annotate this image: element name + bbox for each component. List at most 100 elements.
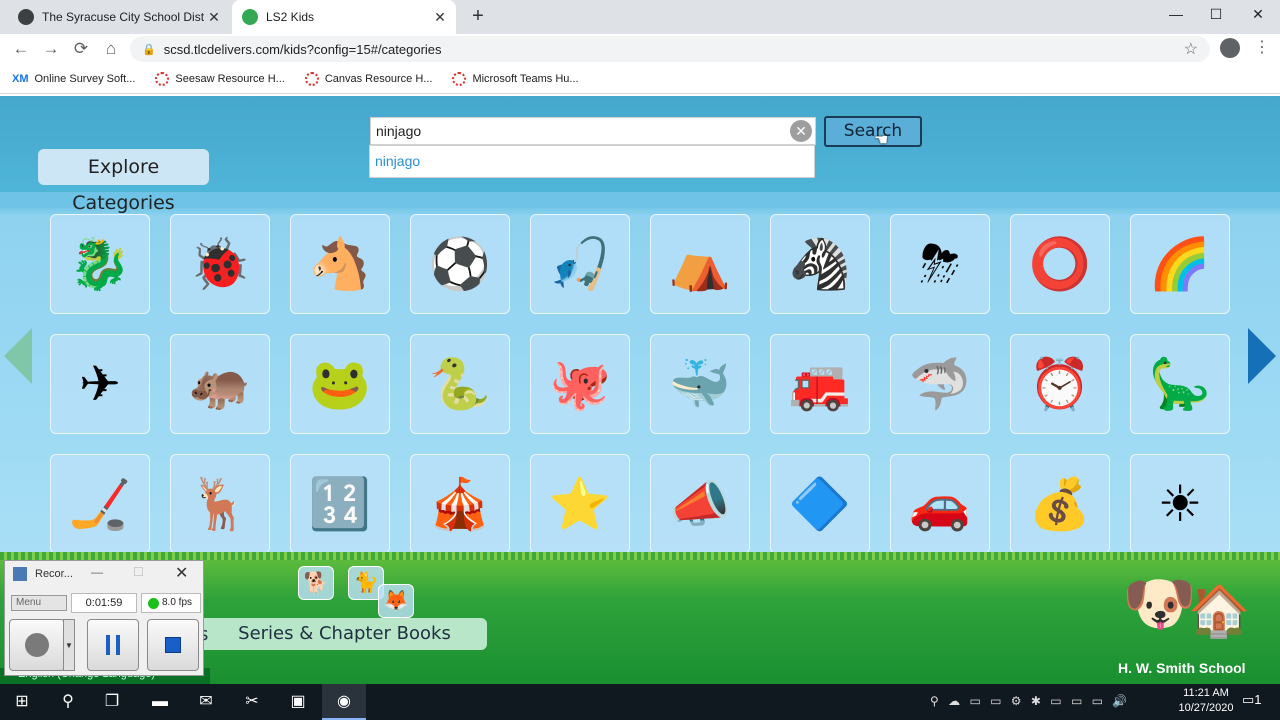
series-chapter-books-button[interactable]: Series & Chapter Books	[202, 618, 487, 650]
bookmark-star-icon[interactable]: ☆	[1184, 39, 1198, 59]
category-art-icon: 🐍	[428, 356, 492, 412]
app-icon[interactable]: ▣	[276, 684, 320, 720]
category-tile[interactable]: 🦌	[170, 454, 270, 554]
category-tile[interactable]: ⏰	[1010, 334, 1110, 434]
category-tile[interactable]: 🚒	[770, 334, 870, 434]
category-tile[interactable]: 🏒	[50, 454, 150, 554]
record-options-arrow[interactable]: ▼	[63, 619, 75, 671]
doghouse-icon: 🏠	[1188, 583, 1251, 639]
snip-tool-icon[interactable]: ✂	[230, 684, 274, 720]
pause-button[interactable]	[87, 619, 139, 671]
search-suggestion[interactable]: ninjago	[369, 145, 815, 178]
stop-icon	[165, 637, 181, 653]
stop-button[interactable]	[147, 619, 199, 671]
previous-page-arrow-icon[interactable]	[4, 328, 32, 384]
clock-time: 11:21 AM	[1183, 687, 1229, 699]
reload-button[interactable]: ⟳	[70, 38, 92, 60]
search-input[interactable]: ninjago	[370, 117, 816, 145]
category-grid: 🐉 🐞 🐴 ⚽ 🎣 ⛺ 🦓 ⛈ ⭕ 🌈 ✈ 🦛 🐸 🐍 🐙 🐳 🚒 🦈 ⏰ 🦕 🏒 🦌 🔢 🎪 ⭐ 📣 🔷 🚗 💰 ☀	[48, 214, 1232, 554]
next-page-arrow-icon[interactable]	[1248, 328, 1276, 384]
bookmark-seesaw[interactable]: Seesaw Resource H...	[155, 71, 285, 86]
loading-circle-icon	[155, 71, 170, 86]
xm-logo-icon: XM	[12, 72, 29, 85]
category-tile[interactable]: 💰	[1010, 454, 1110, 554]
browser-menu-icon[interactable]: ⋮	[1254, 40, 1270, 56]
loading-circle-icon	[452, 71, 467, 86]
category-art-icon: ⛺	[668, 236, 732, 292]
category-tile[interactable]: 🐴	[290, 214, 390, 314]
category-tile[interactable]: ⭕	[1010, 214, 1110, 314]
close-window-button[interactable]: ✕	[1236, 0, 1280, 30]
file-explorer-icon[interactable]: ▬	[138, 684, 182, 720]
back-button[interactable]: ←	[10, 38, 32, 60]
category-tile[interactable]: 🐳	[650, 334, 750, 434]
category-tile[interactable]: ⭐	[530, 454, 630, 554]
category-tile[interactable]: 📣	[650, 454, 750, 554]
notification-count: 1	[1254, 692, 1262, 707]
outlook-icon[interactable]: ✉	[184, 684, 228, 720]
clear-search-icon[interactable]: ✕	[790, 120, 812, 142]
category-tile[interactable]: 🔷	[770, 454, 870, 554]
category-tile[interactable]: 🐸	[290, 334, 390, 434]
close-tab-icon[interactable]: ✕	[430, 9, 450, 26]
system-tray-icons[interactable]: ⚲ ☁ ▭ ▭ ⚙ ✱ ▭ ▭ ▭ 🔊	[930, 694, 1130, 708]
category-tile[interactable]: ⛺	[650, 214, 750, 314]
mini-tile[interactable]: 🐕	[298, 566, 334, 600]
category-tile[interactable]: 🐞	[170, 214, 270, 314]
bookmark-online-survey[interactable]: XM Online Survey Soft...	[12, 73, 135, 85]
bookmark-label: Canvas Resource H...	[324, 72, 433, 85]
mouse-cursor-icon: ☚	[874, 132, 889, 149]
category-art-icon: 🚗	[908, 476, 972, 532]
category-tile[interactable]: 🦛	[170, 334, 270, 434]
recorder-title: Recor...	[35, 568, 73, 580]
category-tile[interactable]: 🐍	[410, 334, 510, 434]
bookmarks-bar: XM Online Survey Soft... Seesaw Resource…	[0, 64, 1280, 94]
bookmark-canvas[interactable]: Canvas Resource H...	[304, 71, 433, 86]
tab-ls2-kids[interactable]: LS2 Kids ✕	[232, 0, 456, 34]
recorder-menu-dropdown[interactable]: Menu	[11, 595, 67, 611]
category-tile[interactable]: ☀	[1130, 454, 1230, 554]
category-tile[interactable]: 🔢	[290, 454, 390, 554]
category-tile[interactable]: ✈	[50, 334, 150, 434]
search-button[interactable]: Search	[824, 116, 922, 147]
recorder-close-button[interactable]: ✕	[175, 563, 188, 583]
forward-button[interactable]: →	[40, 38, 62, 60]
sky-band	[0, 192, 1280, 208]
category-tile[interactable]: 🐉	[50, 214, 150, 314]
notification-center-icon[interactable]: ▭1	[1242, 692, 1262, 712]
recorder-app-icon	[13, 567, 27, 581]
tab-syracuse[interactable]: The Syracuse City School District ✕	[8, 0, 230, 34]
taskbar-clock[interactable]: 11:21 AM 10/27/2020	[1176, 686, 1236, 716]
record-button[interactable]	[9, 619, 65, 671]
windows-start-icon[interactable]: ⊞	[0, 684, 44, 720]
address-bar[interactable]: 🔒 scsd.tlcdelivers.com/kids?config=15#/c…	[130, 36, 1210, 62]
category-tile[interactable]: 🚗	[890, 454, 990, 554]
bookmark-teams[interactable]: Microsoft Teams Hu...	[452, 71, 579, 86]
category-tile[interactable]: 🦓	[770, 214, 870, 314]
category-tile[interactable]: 🦕	[1130, 334, 1230, 434]
taskview-icon[interactable]: ❐	[90, 684, 134, 720]
search-icon[interactable]: ⚲	[46, 684, 90, 720]
maximize-button[interactable]: ☐	[1194, 0, 1238, 30]
recorder-maximize-button[interactable]: ☐	[133, 565, 144, 579]
profile-avatar-icon[interactable]	[1220, 38, 1240, 58]
chrome-icon[interactable]: ◉	[322, 684, 366, 720]
category-tile[interactable]: ⛈	[890, 214, 990, 314]
recorder-minimize-button[interactable]: —	[91, 565, 103, 579]
status-dot-icon	[148, 598, 159, 609]
category-tile[interactable]: 🦈	[890, 334, 990, 434]
category-art-icon: ⏰	[1028, 356, 1092, 412]
explore-categories-button[interactable]: Explore Categories	[38, 149, 209, 214]
home-button[interactable]: ⌂	[100, 38, 122, 60]
minimize-button[interactable]: —	[1154, 0, 1198, 30]
category-art-icon: 🎪	[428, 476, 492, 532]
close-tab-icon[interactable]: ✕	[204, 9, 224, 26]
bookmark-label: Seesaw Resource H...	[175, 72, 285, 85]
new-tab-button[interactable]: +	[466, 4, 490, 28]
category-tile[interactable]: 🎪	[410, 454, 510, 554]
category-tile[interactable]: 🌈	[1130, 214, 1230, 314]
category-tile[interactable]: ⚽	[410, 214, 510, 314]
category-tile[interactable]: 🎣	[530, 214, 630, 314]
category-tile[interactable]: 🐙	[530, 334, 630, 434]
mini-tile[interactable]: 🦊	[378, 584, 414, 618]
